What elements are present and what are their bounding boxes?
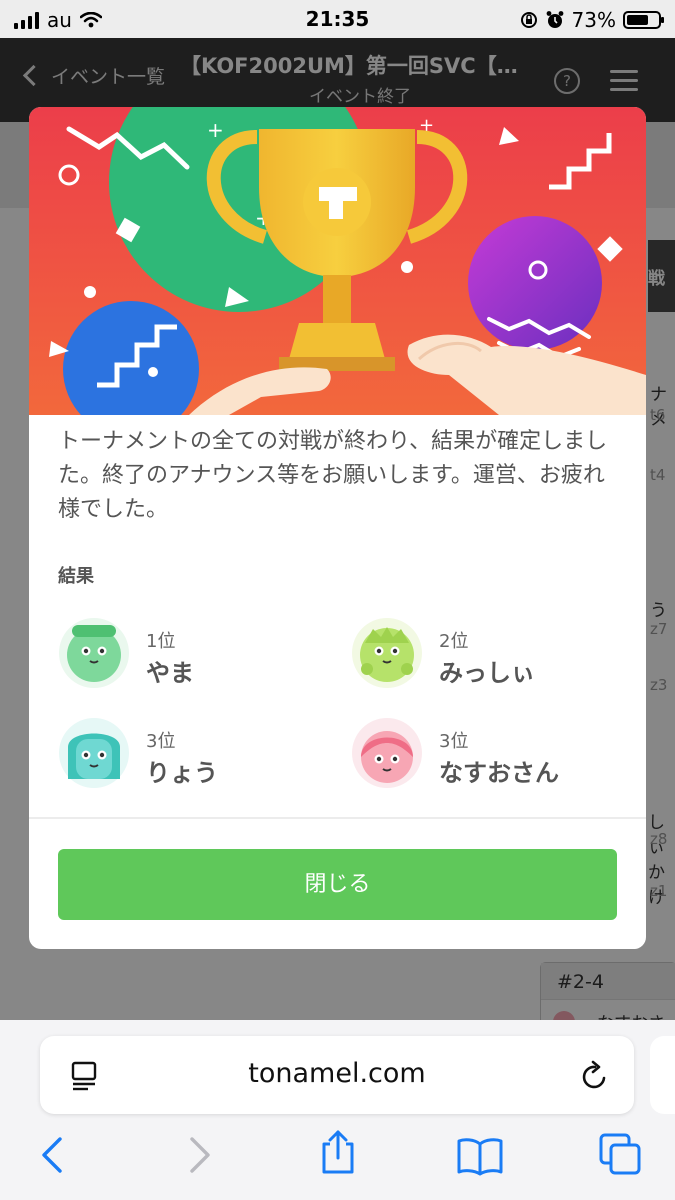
- player-name: りょう: [146, 759, 218, 787]
- trophy-hero-illustration: + + +: [29, 107, 646, 415]
- alarm-icon: [546, 11, 563, 28]
- result-entry: 3位 りょう: [58, 717, 318, 797]
- battery-icon: [623, 11, 664, 29]
- modal-divider: [29, 817, 646, 819]
- player-avatar: [352, 718, 422, 788]
- result-entry: 1位 やま: [58, 617, 318, 697]
- back-arrow-icon[interactable]: [38, 1135, 68, 1175]
- player-rank: 3位: [439, 731, 469, 752]
- player-rank: 3位: [146, 731, 176, 752]
- player-name: やま: [146, 659, 194, 687]
- results-modal: + + + トーナメントの全ての対戦が終わり、結果が確定しました。終了のアナウン…: [29, 107, 646, 949]
- tabs-icon[interactable]: [598, 1132, 644, 1178]
- reload-icon[interactable]: [580, 1060, 610, 1092]
- battery-percent: 73%: [571, 8, 616, 32]
- forward-arrow-icon[interactable]: [184, 1135, 214, 1175]
- result-entry: 3位 なすおさん: [351, 717, 611, 797]
- close-button[interactable]: 閉じる: [58, 849, 617, 920]
- bookmarks-icon[interactable]: [456, 1136, 504, 1176]
- player-name: なすおさん: [439, 759, 559, 787]
- player-avatar: [352, 618, 422, 688]
- next-tab-peek[interactable]: [650, 1036, 675, 1114]
- orientation-lock-icon: [520, 12, 537, 28]
- player-name: みっしぃ: [439, 659, 535, 687]
- status-bar: au 21:35 73%: [0, 0, 675, 38]
- browser-chrome: tonamel.com: [0, 1020, 675, 1200]
- share-icon[interactable]: [318, 1128, 358, 1176]
- results-heading: 結果: [58, 566, 94, 587]
- address-bar[interactable]: tonamel.com: [40, 1036, 634, 1114]
- player-rank: 2位: [439, 631, 469, 652]
- player-rank: 1位: [146, 631, 176, 652]
- result-entry: 2位 みっしぃ: [351, 617, 611, 697]
- completion-message: トーナメントの全ての対戦が終わり、結果が確定しました。終了のアナウンス等をお願い…: [58, 429, 608, 522]
- player-avatar: [59, 618, 129, 688]
- url-text: tonamel.com: [248, 1058, 426, 1089]
- player-avatar: [59, 718, 129, 788]
- svg-text:+: +: [207, 118, 224, 142]
